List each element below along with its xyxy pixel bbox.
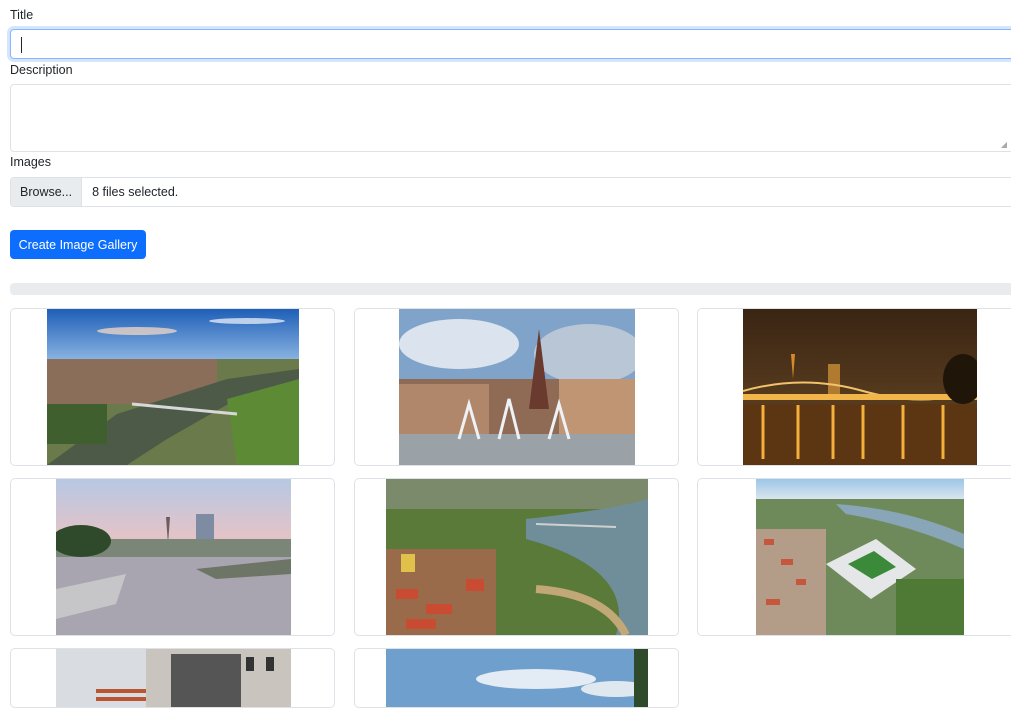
gallery-image-fountain-cathedral[interactable]: [399, 309, 635, 465]
text-caret: [21, 37, 22, 53]
gallery-image-town-river-bend[interactable]: [386, 479, 648, 635]
gallery-image-river-aerial[interactable]: [47, 309, 299, 465]
description-label: Description: [10, 63, 73, 77]
browse-button[interactable]: Browse...: [11, 178, 83, 206]
gallery-image-night-bridge[interactable]: [743, 309, 977, 465]
file-input[interactable]: Browse... 8 files selected.: [10, 177, 1011, 207]
gallery-image-sky-landscape[interactable]: [386, 649, 648, 707]
gallery-card[interactable]: [697, 308, 1011, 466]
gallery-card[interactable]: [354, 478, 679, 636]
gallery-card[interactable]: [354, 648, 679, 708]
gallery-card[interactable]: [697, 478, 1011, 636]
create-gallery-button[interactable]: Create Image Gallery: [10, 230, 146, 259]
gallery-card[interactable]: [10, 308, 335, 466]
upload-progress-bar: [10, 283, 1011, 295]
file-count-text: 8 files selected.: [92, 185, 179, 199]
gallery-card[interactable]: [354, 308, 679, 466]
description-textarea[interactable]: ◢: [10, 84, 1011, 152]
gallery-card[interactable]: [10, 648, 335, 708]
title-input[interactable]: [10, 29, 1011, 59]
gallery-image-stadium-aerial[interactable]: [756, 479, 964, 635]
gallery-card[interactable]: [10, 478, 335, 636]
gallery-image-building-facade[interactable]: [56, 649, 291, 707]
resize-grip-icon[interactable]: ◢: [1001, 140, 1007, 149]
gallery-image-riverfront-sunset[interactable]: [56, 479, 291, 635]
title-label: Title: [10, 8, 34, 22]
images-label: Images: [10, 155, 51, 169]
